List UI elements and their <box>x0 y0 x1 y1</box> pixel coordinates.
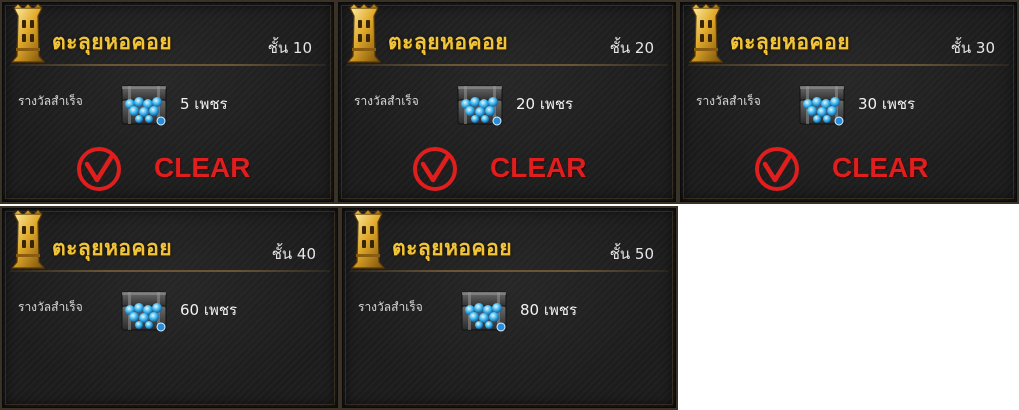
tower-card-floor-40[interactable]: ตะลุยหอคอย ชั้น 40 รางวัลสำเร็จ 60 เพชร <box>0 206 340 410</box>
diamond-chest-icon <box>458 284 510 336</box>
header-divider <box>688 64 1009 66</box>
reward-amount: 80 เพชร <box>520 301 578 319</box>
header-divider <box>350 270 668 272</box>
reward-label: รางวัลสำเร็จ <box>354 94 419 108</box>
reward-label: รางวัลสำเร็จ <box>18 300 83 314</box>
tower-card-floor-20[interactable]: ตะลุยหอคอย ชั้น 20 รางวัลสำเร็จ 20 เพชร … <box>336 0 678 204</box>
clear-status: CLEAR <box>154 152 251 183</box>
header-divider <box>346 64 668 66</box>
diamond-chest-icon <box>454 78 506 130</box>
floor-label: ชั้น 30 <box>950 39 995 57</box>
tower-icon <box>348 210 388 270</box>
reward-label: รางวัลสำเร็จ <box>358 300 423 314</box>
card-title: ตะลุยหอคอย <box>730 30 851 54</box>
card-title: ตะลุยหอคอย <box>52 236 173 260</box>
diamond-chest-icon <box>118 284 170 336</box>
floor-label: ชั้น 20 <box>609 39 654 57</box>
diamond-chest-icon <box>796 78 848 130</box>
header-divider <box>10 64 326 66</box>
card-header: ตะลุยหอคอย ชั้น 40 <box>2 208 338 270</box>
check-circle-icon <box>754 146 800 192</box>
tower-card-floor-50[interactable]: ตะลุยหอคอย ชั้น 50 รางวัลสำเร็จ 80 เพชร <box>340 206 678 410</box>
reward-label: รางวัลสำเร็จ <box>696 94 761 108</box>
reward-amount: 5 เพชร <box>180 95 228 113</box>
reward-label: รางวัลสำเร็จ <box>18 94 83 108</box>
card-title: ตะลุยหอคอย <box>388 30 509 54</box>
card-header: ตะลุยหอคอย ชั้น 50 <box>342 208 676 270</box>
header-divider <box>10 270 330 272</box>
clear-status: CLEAR <box>490 152 587 183</box>
tower-icon <box>686 4 726 64</box>
floor-label: ชั้น 50 <box>609 245 654 263</box>
tower-card-floor-10[interactable]: ตะลุยหอคอย ชั้น 10 รางวัลสำเร็จ 5 เพชร C… <box>0 0 336 204</box>
tower-icon <box>8 210 48 270</box>
card-title: ตะลุยหอคอย <box>392 236 513 260</box>
tower-icon <box>8 4 48 64</box>
clear-status: CLEAR <box>832 152 929 183</box>
tower-icon <box>344 4 384 64</box>
check-circle-icon <box>76 146 122 192</box>
floor-label: ชั้น 10 <box>267 39 312 57</box>
check-circle-icon <box>412 146 458 192</box>
tower-card-floor-30[interactable]: ตะลุยหอคอย ชั้น 30 รางวัลสำเร็จ 30 เพชร … <box>678 0 1019 204</box>
card-header: ตะลุยหอคอย ชั้น 20 <box>338 2 676 64</box>
reward-amount: 30 เพชร <box>858 95 916 113</box>
floor-label: ชั้น 40 <box>271 245 316 263</box>
card-header: ตะลุยหอคอย ชั้น 10 <box>2 2 334 64</box>
reward-amount: 20 เพชร <box>516 95 574 113</box>
card-title: ตะลุยหอคอย <box>52 30 173 54</box>
diamond-chest-icon <box>118 78 170 130</box>
reward-amount: 60 เพชร <box>180 301 238 319</box>
card-header: ตะลุยหอคอย ชั้น 30 <box>680 2 1017 64</box>
